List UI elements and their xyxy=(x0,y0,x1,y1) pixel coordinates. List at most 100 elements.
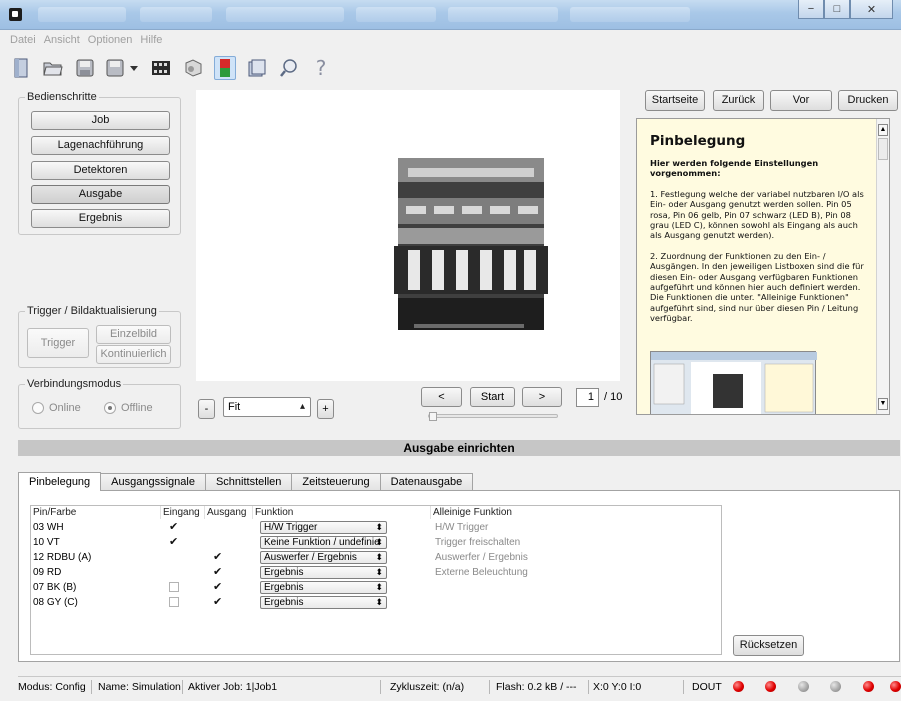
ausgang-checkbox[interactable] xyxy=(213,580,223,593)
table-row: 12 RDBU (A) Auswerfer / Ergebnis ⬍ Auswer… xyxy=(31,550,721,565)
funktion-select[interactable]: Auswerfer / Ergebnis ⬍ xyxy=(260,551,387,564)
page-input[interactable]: 1 xyxy=(576,388,599,407)
eingang-checkbox-disabled[interactable] xyxy=(169,597,179,607)
online-radio[interactable]: Online xyxy=(32,402,81,414)
step-ergebnis-button[interactable]: Ergebnis xyxy=(31,209,170,228)
kontinuierlich-button[interactable]: Kontinuierlich xyxy=(96,345,171,364)
maximize-button[interactable]: □ xyxy=(824,0,850,19)
drucken-button[interactable]: Drucken xyxy=(838,90,898,111)
alleinige-cell: Auswerfer / Ergebnis xyxy=(435,552,528,563)
dout-led-2 xyxy=(765,681,776,692)
title-bar: − □ ✕ xyxy=(0,0,901,30)
funktion-select[interactable]: Keine Funktion / undefinie ⬍ xyxy=(260,536,387,549)
funktion-value: Ergebnis xyxy=(264,597,304,608)
image-slider-thumb[interactable] xyxy=(429,412,437,421)
funktion-select[interactable]: Ergebnis ⬍ xyxy=(260,566,387,579)
help-scrollbar[interactable]: ▲ ▼ xyxy=(876,119,889,414)
zoom-out-button[interactable]: - xyxy=(198,399,215,419)
camera-image-panel[interactable] xyxy=(196,90,620,381)
funktion-select[interactable]: Ergebnis ⬍ xyxy=(260,581,387,594)
section-title: Ausgabe einrichten xyxy=(18,440,900,456)
offline-label: Offline xyxy=(121,402,153,414)
tab-ausgangssignale[interactable]: Ausgangssignale xyxy=(100,473,206,491)
search-icon[interactable] xyxy=(278,56,300,80)
save-as-icon[interactable] xyxy=(106,56,140,80)
menu-datei[interactable]: Datei xyxy=(10,31,36,50)
dout-led-4 xyxy=(830,681,841,692)
trigger-group-title: Trigger / Bildaktualisierung xyxy=(25,305,159,317)
minimize-button[interactable]: − xyxy=(798,0,824,19)
camera-image xyxy=(394,158,548,330)
help-title: Pinbelegung xyxy=(650,133,746,149)
eingang-checkbox[interactable] xyxy=(169,520,179,533)
zoom-select[interactable]: Fit ▴ xyxy=(223,397,311,417)
step-lagenachfuehrung-button[interactable]: Lagenachführung xyxy=(31,136,170,155)
alleinige-cell: Trigger freischalten xyxy=(435,537,521,548)
funktion-value: Keine Funktion / undefinie xyxy=(264,537,380,548)
dout-led-3 xyxy=(798,681,809,692)
prev-image-button[interactable]: < xyxy=(421,387,462,407)
help-panel[interactable]: Pinbelegung Hier werden folgende Einstel… xyxy=(636,118,890,415)
offline-radio[interactable]: Offline xyxy=(104,402,153,414)
zoom-in-button[interactable]: + xyxy=(317,399,334,419)
funktion-select[interactable]: H/W Trigger ⬍ xyxy=(260,521,387,534)
pin-cell: 10 VT xyxy=(33,537,60,548)
updown-icon: ▴ xyxy=(299,401,305,412)
tab-zeitsteuerung[interactable]: Zeitsteuerung xyxy=(291,473,381,491)
blurred-tab xyxy=(570,7,690,22)
eingang-checkbox-disabled[interactable] xyxy=(169,582,179,592)
scroll-thumb[interactable] xyxy=(878,138,888,160)
vor-button[interactable]: Vor xyxy=(770,90,832,111)
menu-ansicht[interactable]: Ansicht xyxy=(44,31,80,50)
status-separator xyxy=(588,680,589,694)
step-ausgabe-button[interactable]: Ausgabe xyxy=(31,185,170,204)
updown-icon: ⬍ xyxy=(375,567,383,577)
tab-schnittstellen[interactable]: Schnittstellen xyxy=(204,473,293,491)
toolbar: ? xyxy=(10,52,332,84)
updown-icon: ⬍ xyxy=(375,537,383,547)
step-detektoren-button[interactable]: Detektoren xyxy=(31,161,170,180)
blurred-tab xyxy=(38,7,126,22)
online-label: Online xyxy=(49,402,81,414)
table-row: 07 BK (B) Ergebnis ⬍ xyxy=(31,580,721,595)
funktion-select[interactable]: Ergebnis ⬍ xyxy=(260,596,387,609)
dout-led-1 xyxy=(733,681,744,692)
blurred-tab xyxy=(448,7,558,22)
close-button[interactable]: ✕ xyxy=(850,0,893,19)
reset-button[interactable]: Rücksetzen xyxy=(733,635,804,656)
help-icon[interactable]: ? xyxy=(310,56,332,80)
ausgang-checkbox[interactable] xyxy=(213,595,223,608)
startseite-button[interactable]: Startseite xyxy=(645,90,705,111)
status-coords: X:0 Y:0 I:0 xyxy=(593,681,642,693)
eingang-checkbox[interactable] xyxy=(169,535,179,548)
panel-icon[interactable] xyxy=(246,56,268,80)
verbindungsmodus-title: Verbindungsmodus xyxy=(25,378,124,390)
tab-datenausgabe[interactable]: Datenausgabe xyxy=(379,473,474,491)
help-paragraph-2: 2. Zuordnung der Funktionen zu den Ein- … xyxy=(650,250,864,324)
ausgang-checkbox[interactable] xyxy=(213,565,223,578)
column-header-eingang: Eingang xyxy=(161,506,205,519)
menu-optionen[interactable]: Optionen xyxy=(88,31,133,50)
filmstrip-icon[interactable] xyxy=(150,56,172,80)
scroll-down-icon[interactable]: ▼ xyxy=(878,398,888,410)
step-job-button[interactable]: Job xyxy=(31,111,170,130)
einzelbild-button[interactable]: Einzelbild xyxy=(96,325,171,344)
io-connector-icon[interactable] xyxy=(214,56,236,80)
save-icon[interactable] xyxy=(74,56,96,80)
scroll-up-icon[interactable]: ▲ xyxy=(878,124,888,136)
column-header-funktion: Funktion xyxy=(253,506,431,519)
zurueck-button[interactable]: Zurück xyxy=(713,90,764,111)
image-slider[interactable] xyxy=(428,414,558,418)
menu-hilfe[interactable]: Hilfe xyxy=(140,31,162,50)
tab-pinbelegung[interactable]: Pinbelegung xyxy=(18,472,102,491)
trigger-button[interactable]: Trigger xyxy=(27,328,89,358)
status-separator xyxy=(91,680,92,694)
start-button[interactable]: Start xyxy=(470,387,515,407)
ausgang-checkbox[interactable] xyxy=(213,550,223,563)
next-image-button[interactable]: > xyxy=(522,387,562,407)
column-header-pin: Pin/Farbe xyxy=(31,506,161,519)
new-doc-icon[interactable] xyxy=(10,56,32,80)
funktion-value: Ergebnis xyxy=(264,582,304,593)
camera-icon[interactable] xyxy=(182,56,204,80)
open-folder-icon[interactable] xyxy=(42,56,64,80)
